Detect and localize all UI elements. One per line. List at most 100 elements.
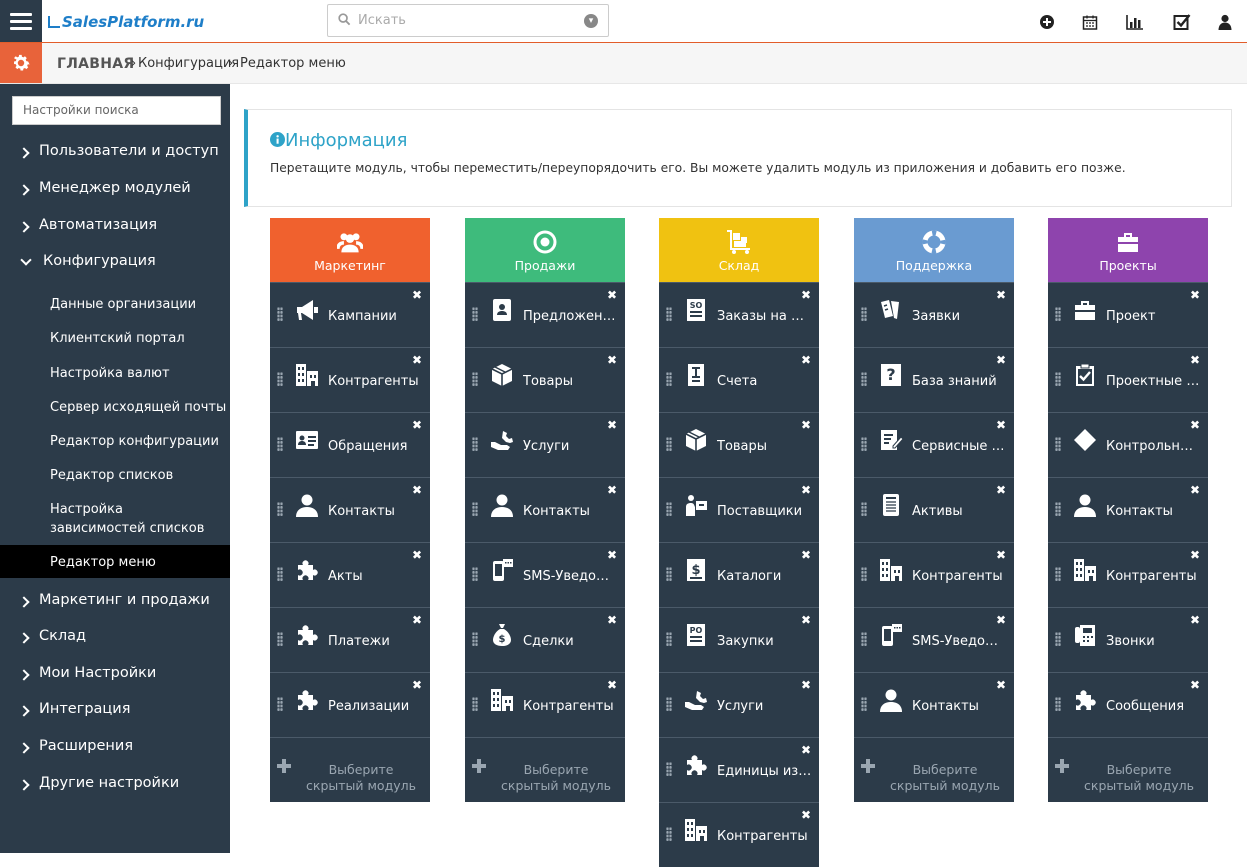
select-hidden-module-button[interactable]: Выберите скрытый модуль xyxy=(854,737,1014,802)
drag-handle-icon[interactable] xyxy=(1055,567,1061,581)
module-tile[interactable]: Предложения ✖ xyxy=(465,282,625,347)
remove-module-icon[interactable]: ✖ xyxy=(607,288,617,302)
remove-module-icon[interactable]: ✖ xyxy=(607,483,617,497)
sidebar-subitem-config-editor[interactable]: Редактор конфигурации xyxy=(0,432,230,452)
module-tile[interactable]: Контакты ✖ xyxy=(1048,477,1208,542)
add-icon[interactable] xyxy=(1039,12,1055,32)
module-tile[interactable]: Контакты ✖ xyxy=(270,477,430,542)
module-tile[interactable]: Проектные задачи ✖ xyxy=(1048,347,1208,412)
app-logo[interactable]: SalesPlatform.ru xyxy=(48,13,204,31)
remove-module-icon[interactable]: ✖ xyxy=(1190,353,1200,367)
remove-module-icon[interactable]: ✖ xyxy=(412,613,422,627)
reports-chart-icon[interactable] xyxy=(1126,12,1144,32)
drag-handle-icon[interactable] xyxy=(472,567,478,581)
drag-handle-icon[interactable] xyxy=(666,762,672,776)
remove-module-icon[interactable]: ✖ xyxy=(412,548,422,562)
remove-module-icon[interactable]: ✖ xyxy=(996,418,1006,432)
module-tile[interactable]: Товары ✖ xyxy=(659,412,819,477)
module-tile[interactable]: Контрагенты ✖ xyxy=(465,672,625,737)
module-tile[interactable]: Сделки ✖ xyxy=(465,607,625,672)
module-tile[interactable]: Товары ✖ xyxy=(465,347,625,412)
remove-module-icon[interactable]: ✖ xyxy=(996,483,1006,497)
remove-module-icon[interactable]: ✖ xyxy=(412,353,422,367)
drag-handle-icon[interactable] xyxy=(472,502,478,516)
drag-handle-icon[interactable] xyxy=(1055,502,1061,516)
module-tile[interactable]: Активы ✖ xyxy=(854,477,1014,542)
module-tile[interactable]: Заказы на продажу ✖ xyxy=(659,282,819,347)
sidebar-item-configuration[interactable]: Конфигурация xyxy=(0,253,230,273)
settings-search-input[interactable]: Настройки поиска xyxy=(12,96,221,125)
module-tile[interactable]: Услуги ✖ xyxy=(659,672,819,737)
remove-module-icon[interactable]: ✖ xyxy=(801,548,811,562)
sidebar-item-other-settings[interactable]: Другие настройки xyxy=(0,775,230,795)
remove-module-icon[interactable]: ✖ xyxy=(801,288,811,302)
search-dropdown-icon[interactable]: ▾ xyxy=(584,14,598,28)
remove-module-icon[interactable]: ✖ xyxy=(801,743,811,757)
select-hidden-module-button[interactable]: Выберите скрытый модуль xyxy=(465,737,625,802)
remove-module-icon[interactable]: ✖ xyxy=(1190,678,1200,692)
settings-gear-button[interactable] xyxy=(0,43,42,83)
module-tile[interactable]: SMS-Уведомления ✖ xyxy=(854,607,1014,672)
module-tile[interactable]: Платежи ✖ xyxy=(270,607,430,672)
drag-handle-icon[interactable] xyxy=(861,697,867,711)
module-tile[interactable]: Заявки ✖ xyxy=(854,282,1014,347)
module-tile[interactable]: Сообщения ✖ xyxy=(1048,672,1208,737)
sidebar-item-my-settings[interactable]: Мои Настройки xyxy=(0,665,230,685)
sidebar-subitem-menu-editor[interactable]: Редактор меню xyxy=(0,545,230,578)
drag-handle-icon[interactable] xyxy=(666,697,672,711)
remove-module-icon[interactable]: ✖ xyxy=(996,353,1006,367)
module-tile[interactable]: Контрагенты ✖ xyxy=(659,802,819,867)
drag-handle-icon[interactable] xyxy=(277,697,283,711)
sidebar-item-marketing-sales[interactable]: Маркетинг и продажи xyxy=(0,592,230,612)
sidebar-item-integration[interactable]: Интеграция xyxy=(0,701,230,721)
sidebar-item-inventory[interactable]: Склад xyxy=(0,628,230,648)
module-tile[interactable]: SMS-Уведомления ✖ xyxy=(465,542,625,607)
drag-handle-icon[interactable] xyxy=(861,372,867,386)
calendar-icon[interactable] xyxy=(1082,12,1098,32)
module-tile[interactable]: Контрольные точки ✖ xyxy=(1048,412,1208,477)
module-tile[interactable]: Счета ✖ xyxy=(659,347,819,412)
sidebar-subitem-picklist-dependency[interactable]: Настройка зависимостей списков xyxy=(0,500,230,540)
module-tile[interactable]: Контрагенты ✖ xyxy=(1048,542,1208,607)
drag-handle-icon[interactable] xyxy=(472,372,478,386)
module-tile[interactable]: Контрагенты ✖ xyxy=(270,347,430,412)
drag-handle-icon[interactable] xyxy=(666,437,672,451)
remove-module-icon[interactable]: ✖ xyxy=(996,678,1006,692)
module-tile[interactable]: Единицы измерения ✖ xyxy=(659,737,819,802)
drag-handle-icon[interactable] xyxy=(1055,307,1061,321)
module-tile[interactable]: Акты ✖ xyxy=(270,542,430,607)
sidebar-subitem-currency[interactable]: Настройка валют xyxy=(0,364,230,384)
drag-handle-icon[interactable] xyxy=(1055,632,1061,646)
remove-module-icon[interactable]: ✖ xyxy=(412,483,422,497)
drag-handle-icon[interactable] xyxy=(861,437,867,451)
remove-module-icon[interactable]: ✖ xyxy=(1190,418,1200,432)
remove-module-icon[interactable]: ✖ xyxy=(801,353,811,367)
remove-module-icon[interactable]: ✖ xyxy=(1190,288,1200,302)
module-tile[interactable]: Каталоги ✖ xyxy=(659,542,819,607)
global-search-input[interactable]: Искать ▾ xyxy=(327,4,609,37)
module-tile[interactable]: Закупки ✖ xyxy=(659,607,819,672)
remove-module-icon[interactable]: ✖ xyxy=(607,613,617,627)
select-hidden-module-button[interactable]: Выберите скрытый модуль xyxy=(270,737,430,802)
module-tile[interactable]: Контакты ✖ xyxy=(465,477,625,542)
module-tile[interactable]: Проект ✖ xyxy=(1048,282,1208,347)
sidebar-subitem-customer-portal[interactable]: Клиентский портал xyxy=(0,329,230,349)
remove-module-icon[interactable]: ✖ xyxy=(607,353,617,367)
module-tile[interactable]: Поставщики ✖ xyxy=(659,477,819,542)
module-tile[interactable]: Обращения ✖ xyxy=(270,412,430,477)
drag-handle-icon[interactable] xyxy=(277,372,283,386)
module-tile[interactable]: Сервисные контракты ✖ xyxy=(854,412,1014,477)
module-tile[interactable]: База знаний ✖ xyxy=(854,347,1014,412)
drag-handle-icon[interactable] xyxy=(472,307,478,321)
breadcrumb-home-link[interactable]: ГЛАВНАЯ xyxy=(57,56,135,72)
drag-handle-icon[interactable] xyxy=(666,827,672,841)
tasks-check-icon[interactable] xyxy=(1173,12,1191,32)
module-tile[interactable]: Реализации ✖ xyxy=(270,672,430,737)
remove-module-icon[interactable]: ✖ xyxy=(801,483,811,497)
sidebar-item-automation[interactable]: Автоматизация xyxy=(0,217,230,237)
remove-module-icon[interactable]: ✖ xyxy=(607,678,617,692)
drag-handle-icon[interactable] xyxy=(666,502,672,516)
drag-handle-icon[interactable] xyxy=(666,632,672,646)
sidebar-subitem-company-details[interactable]: Данные организации xyxy=(0,295,230,315)
drag-handle-icon[interactable] xyxy=(277,502,283,516)
